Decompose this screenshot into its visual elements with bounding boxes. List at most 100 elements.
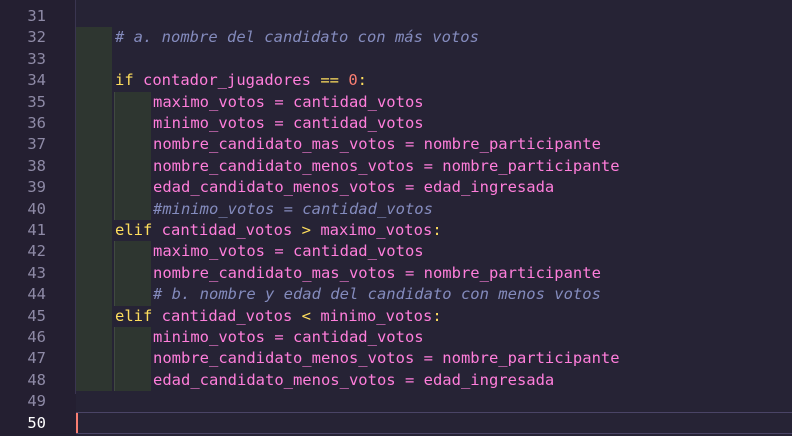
- code-line[interactable]: 35 maximo_votos = cantidad_votos: [0, 91, 792, 113]
- code-token: edad_candidato_menos_votos = edad_ingres…: [153, 370, 555, 389]
- line-number: 50: [27, 413, 46, 432]
- code-token: maximo_votos = cantidad_votos: [153, 92, 424, 111]
- code-token: <: [301, 306, 311, 325]
- line-number: 37: [27, 135, 46, 154]
- indent-guide: [76, 327, 112, 349]
- code-line[interactable]: 42 maximo_votos = cantidad_votos: [0, 241, 792, 263]
- code-text: edad_candidato_menos_votos = edad_ingres…: [153, 370, 554, 391]
- code-line[interactable]: 43 nombre_candidato_mas_votos = nombre_pa…: [0, 262, 792, 285]
- indent-guide: [76, 348, 112, 370]
- code-token: # b. nombre y edad del candidato con men…: [153, 285, 601, 304]
- code-token: elif: [115, 221, 153, 239]
- line-number: 38: [27, 156, 46, 175]
- indent-guide: [76, 113, 112, 135]
- indent-guide: [114, 113, 151, 135]
- line-number: 35: [27, 92, 46, 111]
- code-text: nombre_candidato_mas_votos = nombre_part…: [153, 263, 601, 284]
- indent-guide: [76, 305, 112, 327]
- indent-guide: [76, 134, 112, 156]
- code-line[interactable]: 31: [0, 6, 792, 27]
- line-number: 49: [27, 392, 46, 411]
- indent-guide: [114, 262, 151, 285]
- code-line[interactable]: 36 minimo_votos = cantidad_votos: [0, 113, 792, 135]
- indent-guide: [114, 348, 151, 370]
- code-token: elif: [115, 306, 153, 325]
- indent-guide: [114, 198, 151, 220]
- indent-guide: [114, 241, 151, 263]
- indent-guide: [76, 27, 112, 49]
- indent-guide: [114, 155, 151, 178]
- code-line[interactable]: 41 elif cantidad_votos > maximo_votos:: [0, 220, 792, 242]
- indent-guide: [76, 70, 112, 92]
- code-line[interactable]: 48 edad_candidato_menos_votos = edad_ingr…: [0, 369, 792, 392]
- indent-guide: [76, 262, 112, 285]
- line-number: 42: [27, 242, 46, 261]
- code-text: nombre_candidato_menos_votos = nombre_pa…: [153, 348, 620, 369]
- line-number: 32: [27, 28, 46, 47]
- line-number: 40: [27, 199, 46, 218]
- indent-guide: [114, 134, 151, 156]
- code-text: maximo_votos = cantidad_votos: [153, 92, 424, 113]
- text-cursor: [76, 413, 78, 433]
- code-token: :: [432, 221, 442, 239]
- code-token: #minimo_votos = cantidad_votos: [153, 199, 433, 218]
- indent-guide: [114, 369, 151, 392]
- indent-guide: [114, 284, 151, 306]
- code-line[interactable]: 32 # a. nombre del candidato con más voto…: [0, 27, 792, 49]
- line-number: 33: [27, 49, 46, 68]
- code-text: if contador_jugadores == 0:: [115, 70, 367, 91]
- line-number: 31: [27, 7, 46, 25]
- code-line[interactable]: 38 nombre_candidato_menos_votos = nombre_…: [0, 155, 792, 178]
- code-token: nombre_candidato_menos_votos = nombre_pa…: [153, 156, 620, 175]
- code-line[interactable]: 37 nombre_candidato_mas_votos = nombre_pa…: [0, 134, 792, 156]
- indent-guide: [76, 220, 112, 242]
- code-line[interactable]: 39 edad_candidato_menos_votos = edad_ingr…: [0, 177, 792, 199]
- indent-guide: [76, 198, 112, 220]
- indent-guide: [76, 369, 112, 392]
- indent-guide: [76, 177, 112, 199]
- code-line[interactable]: 33: [0, 48, 792, 71]
- code-line[interactable]: 44 # b. nombre y edad del candidato con m…: [0, 284, 792, 306]
- code-line[interactable]: 46 minimo_votos = cantidad_votos: [0, 327, 792, 349]
- code-token: cantidad_votos: [152, 306, 302, 325]
- line-number: 39: [27, 178, 46, 197]
- code-text: nombre_candidato_mas_votos = nombre_part…: [153, 134, 601, 155]
- indent-guide: [114, 91, 151, 113]
- code-line[interactable]: 45 elif cantidad_votos < minimo_votos:: [0, 305, 792, 327]
- code-token: nombre_candidato_mas_votos = nombre_part…: [153, 135, 601, 154]
- code-text: minimo_votos = cantidad_votos: [153, 327, 424, 348]
- indent-guide: [114, 177, 151, 199]
- line-number: 44: [27, 285, 46, 304]
- line-number: 47: [27, 349, 46, 368]
- code-token: contador_jugadores: [133, 71, 321, 90]
- code-text: edad_candidato_menos_votos = edad_ingres…: [153, 177, 554, 198]
- line-number: 36: [27, 114, 46, 132]
- code-token: nombre_candidato_menos_votos = nombre_pa…: [153, 349, 620, 368]
- line-number: 43: [27, 263, 46, 282]
- code-text: maximo_votos = cantidad_votos: [153, 241, 424, 262]
- code-line[interactable]: 40 #minimo_votos = cantidad_votos: [0, 198, 792, 220]
- code-token: edad_candidato_menos_votos = edad_ingres…: [153, 178, 555, 197]
- code-token: maximo_votos: [310, 221, 433, 239]
- indent-guide: [76, 91, 112, 113]
- line-number: 45: [27, 306, 46, 325]
- code-token: :: [357, 71, 368, 90]
- code-line[interactable]: 34 if contador_jugadores == 0:: [0, 70, 792, 92]
- code-token: :: [432, 306, 442, 325]
- code-line[interactable]: 49: [0, 391, 792, 412]
- line-number: 46: [27, 328, 46, 346]
- code-token: ==: [320, 71, 339, 90]
- code-editor[interactable]: 31 32 # a. nombre del candidato con más vo…: [0, 0, 792, 436]
- code-token: >: [301, 221, 311, 239]
- code-line[interactable]: 47 nombre_candidato_menos_votos = nombre_…: [0, 348, 792, 370]
- indent-guide: [76, 48, 112, 71]
- code-text: minimo_votos = cantidad_votos: [153, 113, 424, 134]
- line-number: 48: [27, 370, 46, 389]
- code-token: # a. nombre del candidato con más votos: [115, 28, 479, 47]
- code-token: minimo_votos = cantidad_votos: [153, 328, 424, 346]
- code-token: if: [115, 71, 134, 90]
- line-number: 34: [27, 71, 46, 90]
- line-number: 41: [27, 221, 46, 239]
- code-text: elif cantidad_votos < minimo_votos:: [115, 306, 442, 327]
